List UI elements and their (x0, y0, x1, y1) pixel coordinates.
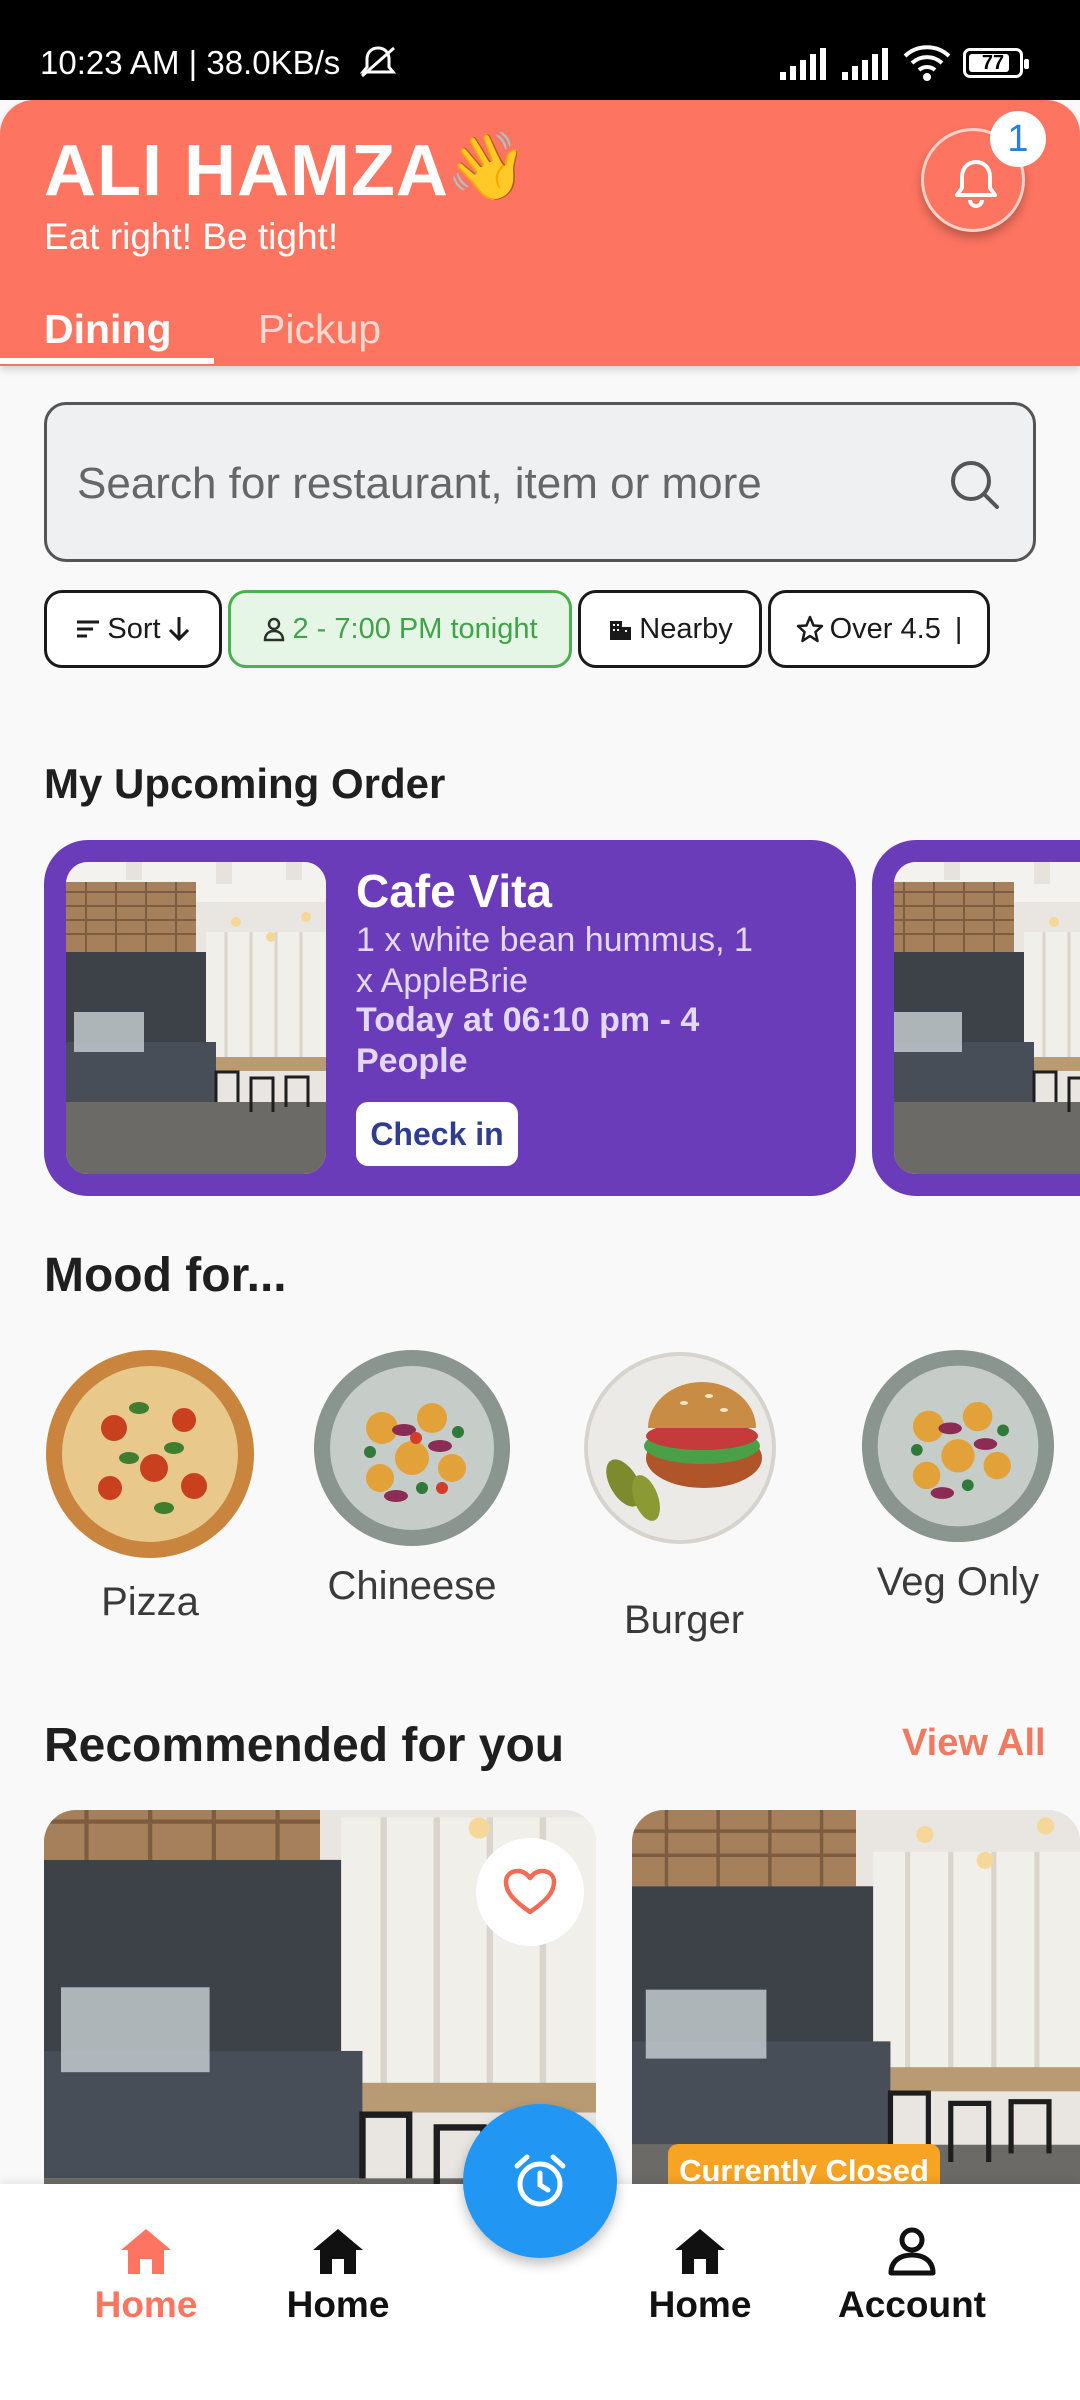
nav-account[interactable]: Account (822, 2226, 1002, 2326)
status-bar: 10:23 AM | 38.0KB/s 77 (0, 0, 1080, 100)
tab-indicator (0, 358, 214, 364)
person-icon (264, 617, 285, 642)
nav-label: Account (838, 2284, 986, 2325)
mood-item-chineese[interactable]: Chineese (312, 1348, 512, 1609)
arrow-down-icon (168, 617, 189, 642)
party-time-label: 2 - 7:00 PM tonight (292, 612, 538, 645)
nav-home-2[interactable]: Home (248, 2226, 428, 2326)
view-all-link[interactable]: View All (902, 1722, 1046, 1765)
nav-home-3[interactable]: Home (610, 2226, 790, 2326)
home-icon (675, 2229, 725, 2274)
rating-chip[interactable]: Over 4.5 | (768, 590, 990, 668)
order-time: Today at 06:10 pm - 4 People (356, 1001, 700, 1080)
wave-emoji: 👋 (446, 129, 529, 203)
search-icon[interactable] (945, 455, 1005, 515)
signal-icon (842, 48, 888, 80)
battery-icon: 77 (963, 48, 1029, 78)
signal-icon (780, 48, 826, 80)
mood-label-burger: Burger (623, 1598, 745, 1642)
check-in-button[interactable]: Check in (356, 1102, 518, 1166)
mood-label-chineese: Chineese (327, 1564, 497, 1608)
star-icon (796, 615, 823, 643)
tab-dining[interactable]: Dining (44, 296, 172, 366)
party-time-chip[interactable]: 2 - 7:00 PM tonight (228, 590, 572, 668)
nav-label: Home (94, 2284, 198, 2325)
upcoming-order-card[interactable]: Cafe Vita 1 x white bean hummus, 1 x App… (44, 840, 856, 1196)
bell-icon (955, 160, 997, 208)
upcoming-order-card-next[interactable] (872, 840, 1080, 1196)
sort-chip[interactable]: Sort (44, 590, 222, 668)
mood-item-veg-only[interactable]: Veg Only (860, 1348, 1056, 1605)
order-items: 1 x white bean hummus, 1 x AppleBrie (356, 921, 753, 1000)
mood-heading: Mood for... (44, 1249, 287, 1302)
restaurant-name: Cafe Vita (356, 865, 553, 917)
status-time: 10:23 AM | 38.0KB/s (40, 44, 341, 81)
pizza-image (46, 1350, 254, 1558)
divider: | (954, 612, 963, 645)
search-input[interactable] (77, 449, 937, 519)
mood-label-pizza: Pizza (101, 1580, 199, 1624)
alarm-clock-icon (514, 2154, 566, 2207)
mood-item-pizza[interactable]: Pizza (44, 1348, 256, 1625)
rating-label: Over 4.5 (829, 612, 941, 645)
home-icon (313, 2229, 363, 2274)
home-icon (121, 2229, 171, 2274)
restaurant-card-next[interactable] (632, 1810, 1080, 2190)
account-icon (888, 2227, 936, 2276)
battery-level: 77 (981, 52, 1005, 74)
search-bar (44, 402, 1036, 562)
heart-icon (503, 1868, 557, 1915)
sort-label: Sort (107, 612, 161, 645)
nearby-label: Nearby (639, 612, 733, 645)
restaurant-photo (66, 862, 326, 1174)
veg-food-image (861, 1349, 1055, 1543)
app-header: ALI HAMZA 👋 Eat right! Be tight! 1 Dinin… (0, 100, 1080, 366)
nav-home-1[interactable]: Home (56, 2226, 236, 2326)
mute-icon (358, 44, 398, 85)
notification-button[interactable]: 1 (921, 111, 1046, 232)
reservation-fab[interactable] (463, 2104, 617, 2258)
burger-image (584, 1352, 776, 1544)
chinese-food-image (314, 1350, 510, 1546)
building-icon (610, 621, 632, 640)
restaurant-photo (894, 862, 1080, 1174)
tagline: Eat right! Be tight! (44, 216, 339, 257)
notification-badge: 1 (990, 111, 1046, 167)
mood-item-burger[interactable]: Burger (568, 1348, 800, 1643)
upcoming-heading: My Upcoming Order (44, 760, 446, 807)
mood-label-veg-only: Veg Only (876, 1560, 1040, 1604)
nav-label: Home (648, 2284, 752, 2325)
sort-icon (77, 620, 100, 638)
favorite-button[interactable] (476, 1838, 584, 1946)
tab-bar: Dining Pickup (0, 296, 1080, 366)
recommended-heading: Recommended for you (44, 1719, 565, 1772)
nav-label: Home (286, 2284, 390, 2325)
user-name: ALI HAMZA (44, 131, 449, 211)
nearby-chip[interactable]: Nearby (578, 590, 762, 668)
tab-pickup[interactable]: Pickup (258, 296, 381, 366)
wifi-icon (903, 45, 951, 81)
restaurant-photo (632, 1810, 1080, 2190)
